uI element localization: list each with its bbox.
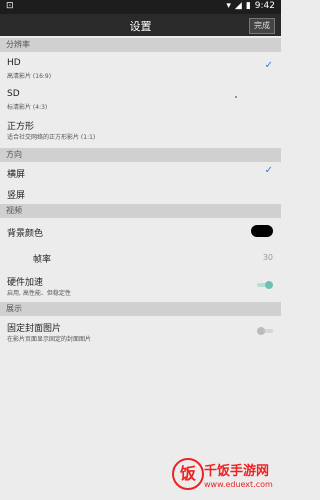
option-sd-label: SD: [7, 89, 20, 99]
fixed-cover-label: 固定封面图片: [7, 324, 62, 334]
watermark-name: 千饭手游网: [204, 464, 270, 479]
signal-icon: ◢: [234, 1, 242, 11]
option-sd[interactable]: SD 标清影片 (4:3): [0, 86, 281, 116]
check-icon: ✓: [264, 165, 273, 176]
status-bar: ⊡ ▾ ◢ ▮ 9:42: [0, 0, 281, 14]
status-time: 9:42: [254, 1, 275, 11]
title-bar: 设置 完成: [0, 14, 281, 36]
background-color-row[interactable]: 背景颜色: [0, 218, 281, 244]
option-square-label: 正方形: [7, 122, 35, 132]
watermark: 饭 千饭手游网 www.eduext.com: [0, 452, 281, 500]
wifi-icon: ▾: [226, 1, 231, 11]
section-header-video: 视频: [0, 204, 281, 218]
section-header-resolution: 分辨率: [0, 38, 281, 52]
hw-accel-label: 硬件加速: [7, 278, 44, 288]
hw-accel-sub: 启用, 高性能、但稳定性: [7, 290, 71, 297]
check-icon: ✓: [264, 60, 273, 71]
background-color-label: 背景颜色: [7, 229, 44, 239]
option-portrait-label: 竖屏: [7, 191, 26, 201]
fixed-cover-toggle[interactable]: [257, 327, 273, 335]
option-hd-sub: 高清影片 (16:9): [7, 73, 52, 80]
page-title: 设置: [129, 20, 152, 33]
option-hd-label: HD: [7, 58, 21, 68]
battery-icon: ▮: [245, 1, 251, 11]
option-landscape-label: 横屏: [7, 170, 26, 180]
notification-icon: ⊡: [6, 1, 14, 11]
section-header-display: 展示: [0, 302, 281, 316]
section-header-orientation: 方向: [0, 148, 281, 162]
hw-accel-row[interactable]: 硬件加速 启用, 高性能、但稳定性: [0, 270, 281, 302]
fixed-cover-row[interactable]: 固定封面图片 在影片页面显示固定的封面图片: [0, 316, 281, 348]
background-color-swatch[interactable]: [251, 225, 273, 237]
frame-rate-row[interactable]: 帧率 30: [0, 244, 281, 270]
option-portrait[interactable]: 竖屏: [0, 184, 281, 204]
frame-rate-value: 30: [262, 253, 273, 262]
option-landscape[interactable]: 横屏 ✓: [0, 162, 281, 184]
fixed-cover-sub: 在影片页面显示固定的封面图片: [7, 336, 92, 343]
watermark-logo: 饭: [172, 458, 204, 490]
done-button[interactable]: 完成: [249, 18, 275, 34]
toggle-knob: [257, 327, 265, 335]
option-square[interactable]: 正方形 适合社交网络的正方形影片 (1:1): [0, 116, 281, 146]
status-icons: ▾ ◢ ▮ 9:42: [226, 1, 275, 11]
dot-marker: [235, 96, 237, 98]
option-sd-sub: 标清影片 (4:3): [7, 104, 48, 111]
frame-rate-label: 帧率: [33, 255, 52, 265]
option-hd[interactable]: HD 高清影片 (16:9) ✓: [0, 52, 281, 86]
watermark-url: www.eduext.com: [204, 480, 273, 489]
toggle-knob: [265, 281, 273, 289]
option-square-sub: 适合社交网络的正方形影片 (1:1): [7, 134, 96, 141]
hw-accel-toggle[interactable]: [257, 281, 273, 289]
